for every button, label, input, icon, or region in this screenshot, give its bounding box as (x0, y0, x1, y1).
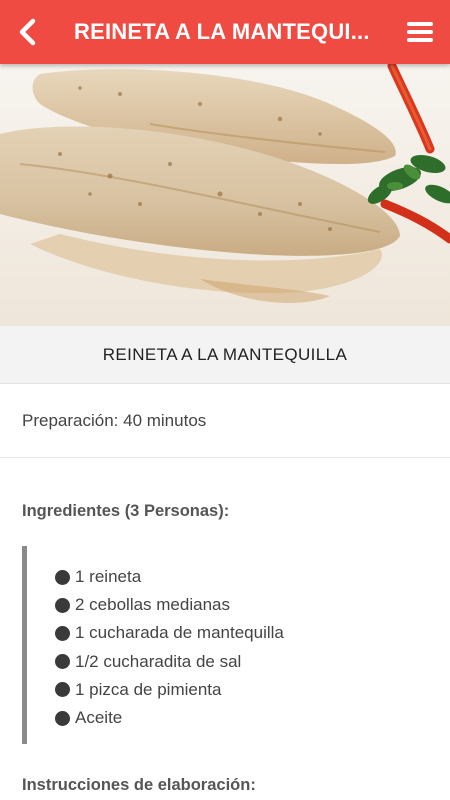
list-item: 1 pizca de pimienta (55, 676, 422, 704)
ingredients-list: 1 reineta 2 cebollas medianas 1 cucharad… (55, 563, 422, 732)
ingredient-label: 1 pizca de pimienta (75, 679, 222, 699)
app-header: REINETA A LA MANTEQUI... (0, 0, 450, 64)
ingredients-list-box: 1 reineta 2 cebollas medianas 1 cucharad… (22, 546, 422, 744)
hamburger-menu-icon (407, 22, 433, 42)
back-button[interactable] (0, 0, 56, 64)
ingredient-label: 1/2 cucharadita de sal (75, 651, 242, 671)
recipe-title: REINETA A LA MANTEQUILLA (102, 344, 348, 364)
list-item: 1 cucharada de mantequilla (55, 619, 422, 647)
bullet-icon (55, 682, 70, 698)
ingredient-label: 2 cebollas medianas (75, 595, 230, 615)
list-item: 2 cebollas medianas (55, 591, 422, 619)
bullet-icon (55, 569, 70, 585)
recipe-photo (0, 64, 450, 326)
ingredients-heading: Ingredientes (3 Personas): (22, 502, 230, 520)
bullet-icon (55, 625, 70, 641)
preparation-time: Preparación: 40 minutos (0, 384, 450, 458)
app-title: REINETA A LA MANTEQUI... (74, 19, 370, 44)
list-item: 1/2 cucharadita de sal (55, 648, 422, 676)
chevron-left-icon (19, 18, 36, 46)
list-item: Aceite (55, 704, 422, 732)
instructions-heading: Instrucciones de elaboración: (22, 776, 256, 794)
bullet-icon (55, 597, 70, 613)
list-item: 1 reineta (55, 563, 422, 591)
bullet-icon (55, 654, 70, 670)
bullet-icon (55, 710, 70, 726)
ingredient-label: Aceite (75, 708, 123, 728)
ingredient-label: 1 reineta (75, 567, 142, 587)
menu-button[interactable] (390, 0, 450, 64)
ingredient-label: 1 cucharada de mantequilla (75, 623, 284, 643)
recipe-title-bar: REINETA A LA MANTEQUILLA (0, 326, 450, 384)
